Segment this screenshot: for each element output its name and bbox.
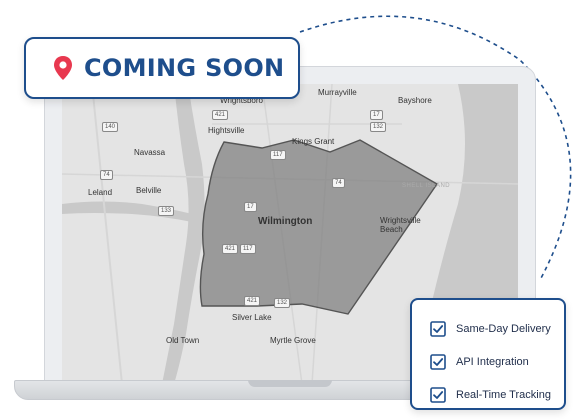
location-pin-icon xyxy=(54,56,72,80)
route-shield: 421 xyxy=(244,296,261,306)
map-label-belville: Belville xyxy=(136,186,162,195)
map-label-hightsville: Hightsville xyxy=(208,126,245,135)
route-shield: 421 xyxy=(212,110,229,120)
feature-item: Same-Day Delivery xyxy=(430,312,564,345)
checkbox-checked-icon xyxy=(430,320,446,337)
route-shield: 132 xyxy=(274,298,291,308)
map-label-myrtle-grove: Myrtle Grove xyxy=(270,336,316,345)
route-shield: 74 xyxy=(332,178,345,188)
route-shield: 140 xyxy=(102,122,119,132)
feature-item: API Integration xyxy=(430,345,564,378)
route-shield: 117 xyxy=(240,244,256,254)
route-shield: 117 xyxy=(270,150,286,160)
map-label-wilmington: Wilmington xyxy=(258,216,313,227)
map-label-silver-lake: Silver Lake xyxy=(232,313,272,322)
map-label-bayshore: Bayshore xyxy=(398,96,432,105)
coming-soon-text: COMING SOON xyxy=(84,54,285,82)
route-shield: 74 xyxy=(100,170,113,180)
checkbox-checked-icon xyxy=(430,386,446,403)
map-label-leland: Leland xyxy=(88,188,113,197)
checkbox-checked-icon xyxy=(430,353,446,370)
route-shield: 132 xyxy=(370,122,387,132)
feature-label: API Integration xyxy=(456,355,529,368)
map-label-murrayville: Murrayville xyxy=(318,88,357,97)
map-label-wrightsville-beach: Wrightsville Beach xyxy=(380,216,421,234)
route-shield: 17 xyxy=(244,202,257,212)
route-shield: 133 xyxy=(158,206,175,216)
route-shield: 17 xyxy=(370,110,383,120)
feature-label: Real-Time Tracking xyxy=(456,388,551,401)
laptop-base-notch xyxy=(248,380,332,387)
map-label-shell-island: SHELL ISLAND xyxy=(402,183,451,189)
feature-item: Real-Time Tracking xyxy=(430,378,564,411)
map-label-kings-grant: Kings Grant xyxy=(292,137,335,146)
coming-soon-badge: COMING SOON xyxy=(24,37,300,99)
feature-label: Same-Day Delivery xyxy=(456,322,551,335)
features-card: Same-Day Delivery API Integration Real-T… xyxy=(410,298,566,410)
map-label-old-town: Old Town xyxy=(166,336,200,345)
map-label-navassa: Navassa xyxy=(134,148,166,157)
route-shield: 421 xyxy=(222,244,239,254)
